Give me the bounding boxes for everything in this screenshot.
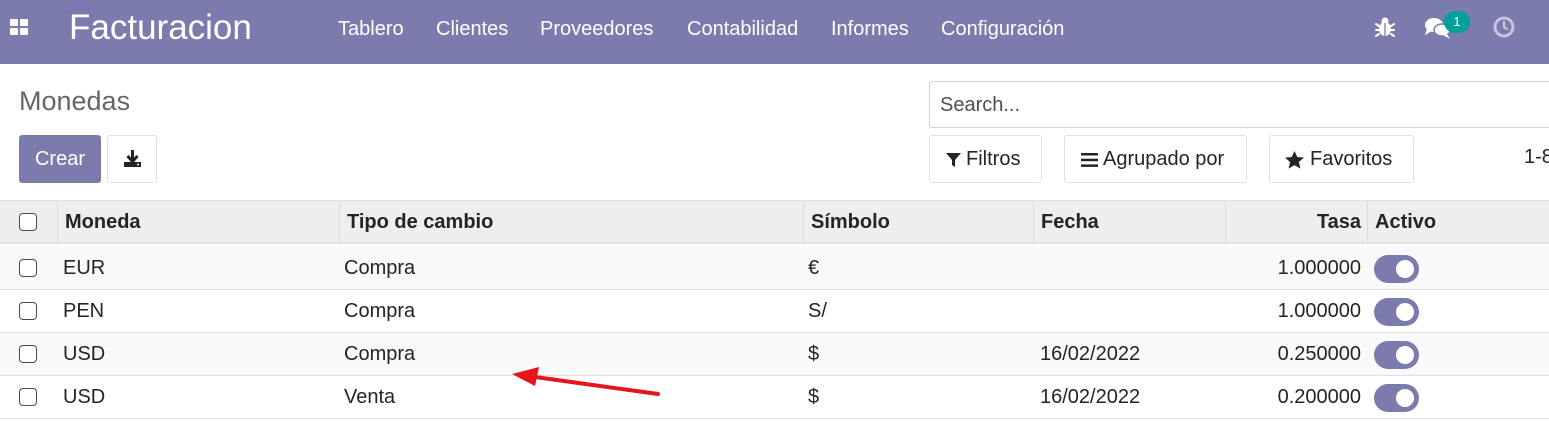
- filter-icon: [946, 153, 961, 167]
- menu-informes[interactable]: Informes: [831, 17, 909, 41]
- app-title[interactable]: Facturacion: [69, 8, 252, 48]
- cell-tasa: 0.250000: [1277, 343, 1361, 365]
- cell-simbolo: S/: [808, 300, 827, 322]
- star-icon: [1285, 151, 1304, 169]
- table-row[interactable]: EUR Compra € 1.000000: [0, 247, 1549, 290]
- bug-icon[interactable]: [1375, 16, 1395, 38]
- header-activo[interactable]: Activo: [1367, 201, 1549, 243]
- cell-simbolo: $: [808, 343, 820, 365]
- cell-tipo-de-cambio: Compra: [344, 300, 416, 322]
- row-checkbox[interactable]: [19, 388, 37, 406]
- menu-clientes[interactable]: Clientes: [436, 17, 508, 41]
- messages-count-badge: 1: [1444, 11, 1470, 33]
- top-navbar: Facturacion Tablero Clientes Proveedores…: [0, 0, 1549, 64]
- favorites-button[interactable]: Favoritos: [1269, 135, 1414, 183]
- header-moneda[interactable]: Moneda: [57, 201, 339, 243]
- table-row[interactable]: USD Venta $ 16/02/2022 0.200000: [0, 376, 1549, 419]
- search-input[interactable]: [938, 82, 1542, 129]
- cell-simbolo: €: [808, 257, 820, 279]
- filters-label: Filtros: [966, 148, 1021, 170]
- cell-simbolo: $: [808, 386, 820, 408]
- table-row[interactable]: PEN Compra S/ 1.000000: [0, 290, 1549, 333]
- table-header: Moneda Tipo de cambio Símbolo Fecha Tasa…: [0, 200, 1549, 244]
- cell-tipo-de-cambio: Compra: [344, 257, 416, 279]
- header-fecha[interactable]: Fecha: [1033, 201, 1225, 243]
- apps-grid-icon[interactable]: [10, 19, 28, 37]
- header-simbolo[interactable]: Símbolo: [803, 201, 1033, 243]
- active-toggle[interactable]: [1374, 255, 1419, 283]
- cell-tasa: 1.000000: [1277, 257, 1361, 279]
- groupby-button[interactable]: Agrupado por: [1064, 135, 1247, 183]
- menu-proveedores[interactable]: Proveedores: [540, 17, 653, 41]
- search-box[interactable]: [929, 81, 1549, 129]
- cell-moneda: PEN: [63, 300, 105, 322]
- header-tasa[interactable]: Tasa: [1225, 201, 1367, 243]
- menu-tablero[interactable]: Tablero: [338, 17, 404, 41]
- cell-moneda: EUR: [63, 257, 106, 279]
- header-tipo-de-cambio[interactable]: Tipo de cambio: [339, 201, 803, 243]
- cell-fecha: 16/02/2022: [1040, 386, 1141, 408]
- list-bars-icon: [1081, 153, 1098, 167]
- cell-moneda: USD: [63, 386, 106, 408]
- filters-button[interactable]: Filtros: [929, 135, 1042, 183]
- active-toggle[interactable]: [1374, 341, 1419, 369]
- cell-tipo-de-cambio: Compra: [344, 343, 416, 365]
- menu-configuracion[interactable]: Configuración: [941, 17, 1064, 41]
- cell-tasa: 1.000000: [1277, 300, 1361, 322]
- create-button[interactable]: Crear: [19, 135, 101, 183]
- groupby-label: Agrupado por: [1103, 148, 1225, 170]
- download-icon: [124, 150, 141, 167]
- select-all-checkbox[interactable]: [19, 213, 37, 231]
- pager-value[interactable]: 1-8: [1524, 146, 1549, 169]
- page-title: Monedas: [19, 86, 131, 116]
- row-checkbox[interactable]: [19, 259, 37, 277]
- favorites-label: Favoritos: [1310, 148, 1393, 170]
- clock-icon[interactable]: [1493, 16, 1515, 38]
- menu-contabilidad[interactable]: Contabilidad: [687, 17, 798, 41]
- table-row[interactable]: USD Compra $ 16/02/2022 0.250000: [0, 333, 1549, 376]
- cell-tipo-de-cambio: Venta: [344, 386, 396, 408]
- active-toggle[interactable]: [1374, 298, 1419, 326]
- cell-tasa: 0.200000: [1277, 386, 1361, 408]
- row-checkbox[interactable]: [19, 345, 37, 363]
- cell-fecha: 16/02/2022: [1040, 343, 1141, 365]
- active-toggle[interactable]: [1374, 384, 1419, 412]
- row-checkbox[interactable]: [19, 302, 37, 320]
- download-button[interactable]: [107, 135, 157, 183]
- cell-moneda: USD: [63, 343, 106, 365]
